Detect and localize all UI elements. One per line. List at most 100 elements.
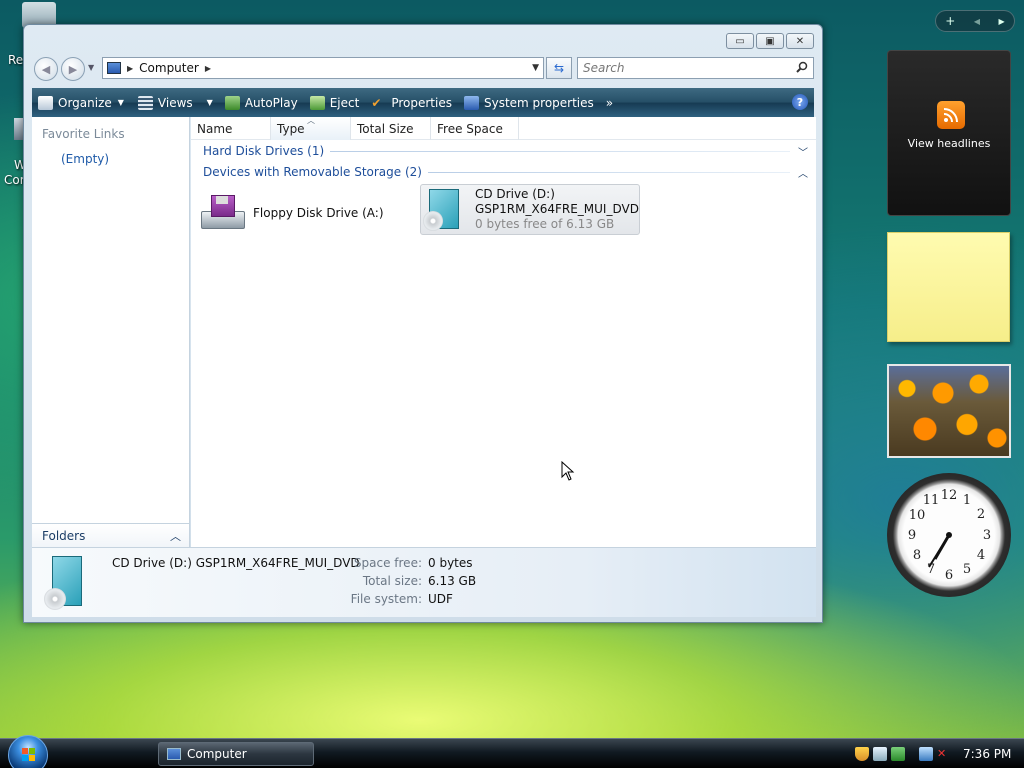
start-button[interactable] <box>8 735 48 768</box>
maximize-button[interactable]: ▣ <box>756 33 784 49</box>
chevron-up-icon: ︿ <box>170 530 181 543</box>
windows-defender-icon[interactable] <box>873 747 887 761</box>
forward-button[interactable]: ▶ <box>61 57 85 81</box>
taskbar: Computer ✕ 7:36 PM <box>0 735 1024 768</box>
back-button[interactable]: ◀ <box>34 57 58 81</box>
help-icon[interactable]: ? <box>792 94 808 110</box>
chevron-up-icon[interactable]: ︿ <box>798 165 808 180</box>
breadcrumb-arrow-icon[interactable]: ▶ <box>127 64 133 73</box>
clock-number: 10 <box>909 508 926 523</box>
column-headers: Name ︿ Type Total Size Free Space <box>191 116 816 140</box>
security-shield-icon[interactable] <box>855 747 869 761</box>
minimize-button[interactable]: ▭ <box>726 33 754 49</box>
group-label: Hard Disk Drives (1) <box>203 144 325 158</box>
next-page-button[interactable]: ▶ <box>999 17 1005 26</box>
cd-drive-item[interactable]: CD Drive (D:) GSP1RM_X64FRE_MUI_DVD 0 by… <box>420 184 640 235</box>
notes-gadget[interactable] <box>887 232 1010 342</box>
details-drive-icon <box>44 554 84 612</box>
sort-ascending-icon: ︿ <box>307 116 315 125</box>
desktop-icon-label[interactable]: Re <box>8 53 23 67</box>
mouse-cursor-icon <box>561 461 575 481</box>
slideshow-gadget[interactable] <box>887 364 1011 458</box>
floppy-drive-item[interactable]: Floppy Disk Drive (A:) <box>199 189 409 237</box>
explorer-window[interactable]: ▭ ▣ ✕ ◀ ▶ ▼ ▶ Computer ▶ ▼ ⇆ Search Orga… <box>23 24 823 623</box>
notification-area: ✕ 7:36 PM <box>855 743 1020 765</box>
sidebar-controls: + ◀ ▶ <box>935 10 1015 32</box>
organize-label: Organize <box>58 95 112 110</box>
properties-checkmark-icon: ✔ <box>371 95 382 110</box>
column-name[interactable]: Name <box>191 117 271 140</box>
computer-icon <box>167 748 181 760</box>
add-gadget-button[interactable]: + <box>945 14 955 28</box>
address-bar[interactable]: ▶ Computer ▶ ▼ <box>102 57 544 79</box>
clock-number: 6 <box>945 568 953 583</box>
eject-button[interactable]: Eject <box>304 88 366 117</box>
view-headlines-label[interactable]: View headlines <box>888 137 1010 150</box>
folders-toggle[interactable]: Folders ︿ <box>32 523 189 547</box>
update-icon[interactable] <box>891 747 905 761</box>
computer-icon <box>107 62 121 74</box>
taskbar-button-label: Computer <box>187 747 247 761</box>
breadcrumb-computer[interactable]: Computer <box>139 61 199 75</box>
eject-label: Eject <box>329 95 360 110</box>
properties-button[interactable]: ✔ Properties <box>365 88 458 117</box>
space-free-label: Space free: <box>353 556 422 570</box>
feed-headlines-gadget[interactable]: View headlines <box>887 50 1011 216</box>
close-button[interactable]: ✕ <box>786 33 814 49</box>
clock-number: 4 <box>977 548 985 563</box>
details-pane: CD Drive (D:) GSP1RM_X64FRE_MUI_DVD Spac… <box>32 547 816 617</box>
search-placeholder: Search <box>583 61 625 75</box>
group-removable-storage[interactable]: Devices with Removable Storage (2) ︿ <box>203 163 808 181</box>
autoplay-button[interactable]: AutoPlay <box>219 88 304 117</box>
column-type-label: Type <box>277 122 305 136</box>
chevron-down-icon[interactable]: ﹀ <box>798 144 808 159</box>
cd-drive-icon <box>423 187 463 233</box>
navigation-pane: Favorite Links (Empty) Folders ︿ <box>32 117 190 547</box>
clock-number: 1 <box>963 493 971 508</box>
organize-icon <box>38 95 53 110</box>
prev-page-button[interactable]: ◀ <box>974 17 980 26</box>
total-size-label: Total size: <box>362 574 422 588</box>
floppy-drive-icon <box>199 193 245 233</box>
minute-hand <box>928 534 950 568</box>
desktop-icon-label[interactable]: Cor <box>4 173 25 187</box>
views-button[interactable]: Views ▼ <box>130 88 219 117</box>
system-clock[interactable]: 7:36 PM <box>963 747 1011 761</box>
column-free-space[interactable]: Free Space <box>431 117 519 140</box>
favorite-links-empty[interactable]: (Empty) <box>61 152 109 166</box>
clock-number: 8 <box>913 548 921 563</box>
windows-logo-icon <box>22 748 35 761</box>
clock-number: 12 <box>941 488 958 503</box>
clock-gadget[interactable]: 12 1 2 3 4 5 6 7 8 9 10 11 <box>887 473 1011 597</box>
more-commands-button[interactable]: » <box>600 88 619 117</box>
navigation-row: ◀ ▶ ▼ ▶ Computer ▶ ▼ ⇆ Search <box>32 57 814 81</box>
group-hard-disk-drives[interactable]: Hard Disk Drives (1) ﹀ <box>203 142 808 160</box>
search-icon[interactable] <box>796 61 808 73</box>
clock-number: 11 <box>923 493 940 508</box>
favorite-links-heading: Favorite Links <box>42 127 125 141</box>
volume-muted-icon[interactable]: ✕ <box>937 747 951 761</box>
system-properties-button[interactable]: System properties <box>458 88 600 117</box>
taskbar-button-computer[interactable]: Computer <box>158 742 314 766</box>
recent-pages-dropdown[interactable]: ▼ <box>88 63 94 72</box>
file-list[interactable]: Name ︿ Type Total Size Free Space Hard D… <box>191 116 816 547</box>
rss-icon <box>937 101 965 129</box>
group-divider <box>427 171 790 173</box>
network-icon[interactable] <box>919 747 933 761</box>
command-toolbar: Organize ▼ Views ▼ AutoPlay Eject ✔ Proper… <box>32 88 814 117</box>
column-total-size[interactable]: Total Size <box>351 117 431 140</box>
file-system-value: UDF <box>428 592 453 606</box>
refresh-button[interactable]: ⇆ <box>546 57 572 79</box>
search-input[interactable]: Search <box>577 57 814 79</box>
total-size-value: 6.13 GB <box>428 574 477 588</box>
breadcrumb-arrow-icon[interactable]: ▶ <box>205 64 211 73</box>
cd-drive-label: GSP1RM_X64FRE_MUI_DVD <box>475 202 639 216</box>
space-free-value: 0 bytes <box>428 556 473 570</box>
address-dropdown-icon[interactable]: ▼ <box>532 63 539 73</box>
views-label: Views <box>157 95 193 110</box>
clock-number: 5 <box>963 562 971 577</box>
column-type[interactable]: ︿ Type <box>271 116 351 140</box>
organize-button[interactable]: Organize ▼ <box>32 88 130 117</box>
floppy-drive-name: Floppy Disk Drive (A:) <box>253 205 384 220</box>
system-properties-label: System properties <box>483 95 594 110</box>
